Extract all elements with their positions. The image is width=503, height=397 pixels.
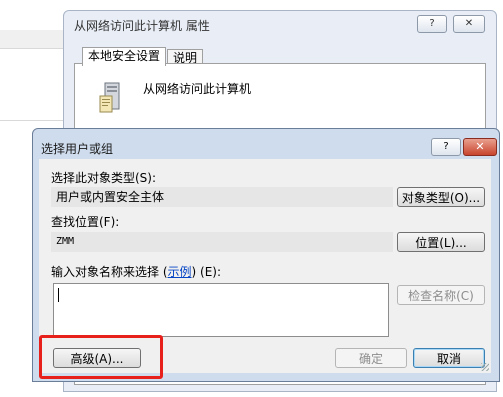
properties-help-button[interactable]: ? [417, 15, 447, 33]
background-window-strip [0, 30, 65, 49]
check-names-button[interactable]: 检查名称(C) [397, 285, 485, 305]
cancel-button[interactable]: 取消 [413, 348, 485, 368]
properties-close-button[interactable]: ✕ [453, 15, 485, 33]
dialog-help-button[interactable]: ? [431, 138, 461, 156]
properties-window-title: 从网络访问此计算机 属性 [74, 19, 210, 33]
server-policy-icon [99, 82, 120, 113]
location-field: ZMM [51, 232, 393, 252]
background-divider [0, 120, 65, 121]
object-names-label-prefix: 输入对象名称来选择 ( [51, 265, 168, 279]
object-names-input[interactable] [53, 283, 389, 337]
locations-button[interactable]: 位置(L)... [397, 232, 485, 252]
ok-button[interactable]: 确定 [335, 348, 407, 368]
dialog-title: 选择用户或组 [41, 142, 114, 156]
location-label: 查找位置(F): [51, 215, 120, 229]
resize-grip[interactable] [481, 363, 489, 371]
object-types-button[interactable]: 对象类型(O)... [397, 187, 485, 207]
object-names-label: 输入对象名称来选择 (示例) (E): [51, 263, 221, 280]
examples-link[interactable]: 示例 [168, 265, 192, 279]
tab-local-security-setting[interactable]: 本地安全设置 [82, 47, 167, 66]
object-names-label-suffix: ) (E): [191, 265, 221, 279]
object-type-field: 用户或内置安全主体 [51, 187, 393, 207]
dialog-close-button[interactable]: ✕ [463, 138, 497, 156]
text-caret [58, 288, 59, 302]
policy-name: 从网络访问此计算机 [143, 82, 252, 96]
advanced-highlight-box [39, 335, 163, 379]
object-type-label: 选择此对象类型(S): [51, 171, 157, 185]
